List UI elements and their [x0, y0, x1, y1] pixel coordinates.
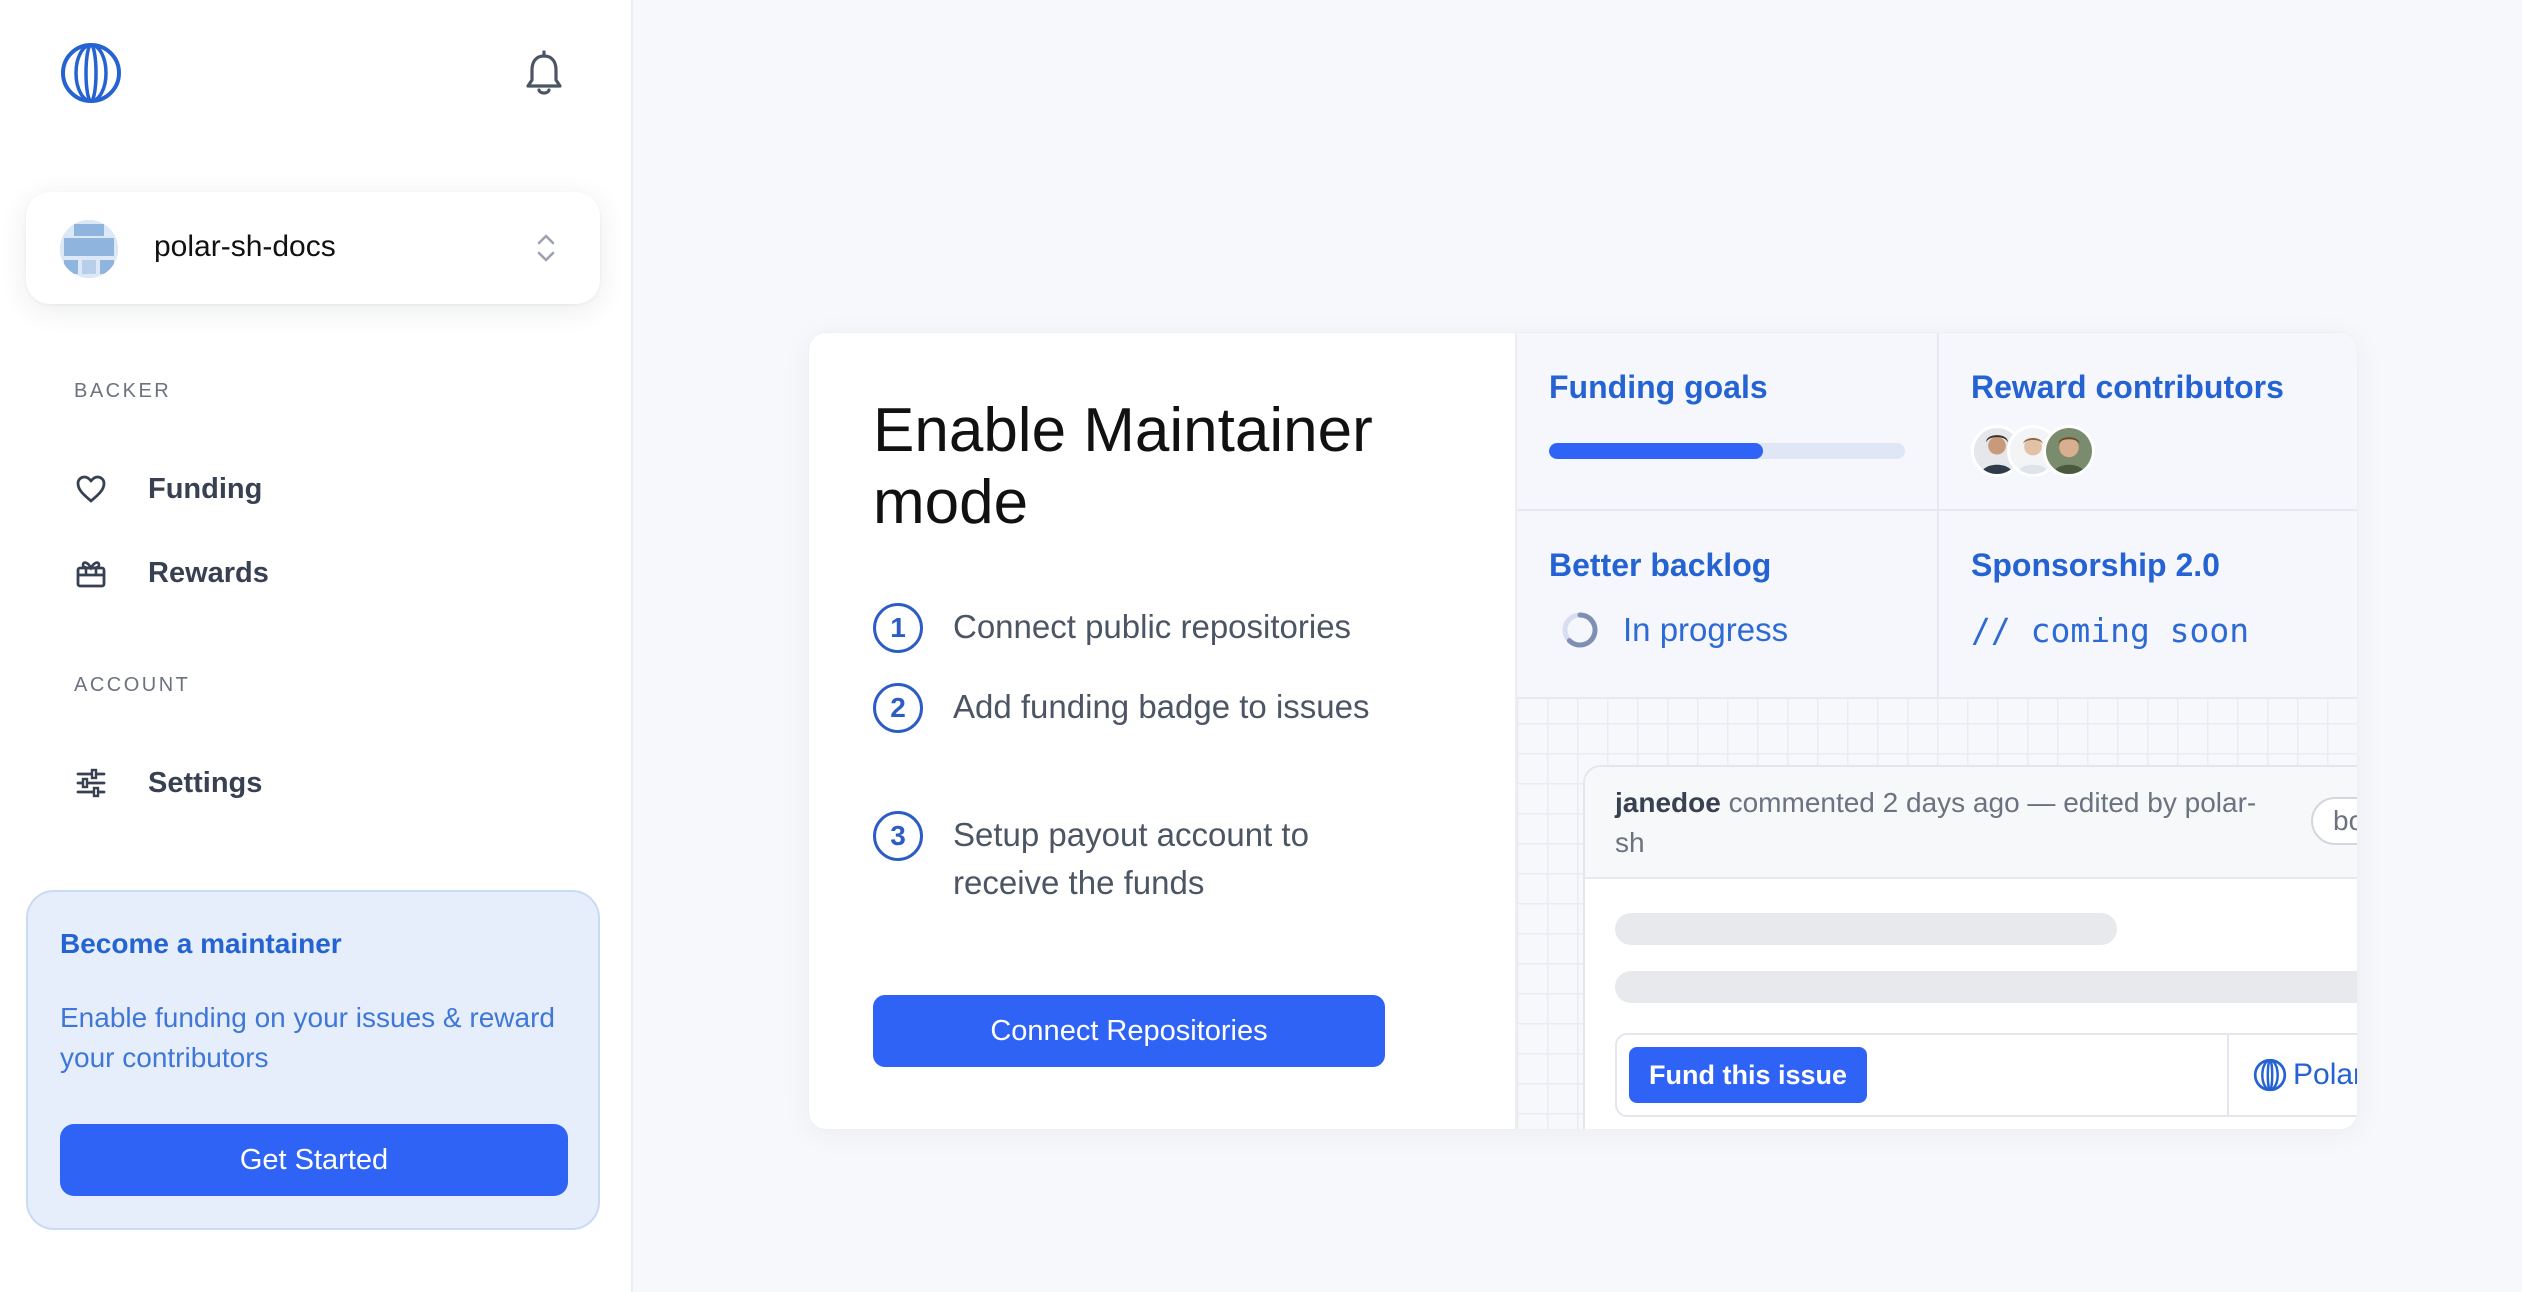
bell-icon[interactable]	[522, 50, 566, 98]
feature-better-backlog: Better backlog In progress	[1517, 511, 1939, 699]
funding-progress-bar	[1549, 443, 1905, 459]
feature-funding-goals: Funding goals	[1517, 333, 1939, 511]
org-name: polar-sh-docs	[154, 230, 336, 263]
sidebar-item-label: Settings	[148, 766, 263, 799]
sidebar-item-label: Rewards	[148, 556, 269, 589]
step-item: 1 Connect public repositories	[873, 603, 1383, 653]
author-badge: bo	[2311, 797, 2357, 845]
issue-comment-preview: janedoe commented 2 days ago — edited by…	[1583, 765, 2358, 1129]
skeleton-line	[1615, 971, 2357, 1003]
sidebar-item-funding[interactable]: Funding	[74, 464, 262, 514]
step-number: 1	[873, 603, 923, 653]
connect-repositories-button[interactable]: Connect Repositories	[873, 995, 1385, 1067]
page-title: Enable Maintainer mode	[873, 396, 1373, 537]
chevron-up-down-icon	[537, 234, 555, 262]
step-text: Setup payout account to receive the fund…	[953, 816, 1309, 901]
promo-title: Become a maintainer	[60, 928, 342, 959]
step-number: 2	[873, 683, 923, 733]
sliders-icon	[76, 768, 106, 798]
spinner-icon	[1562, 612, 1598, 648]
onboarding-pane: Enable Maintainer mode 1 Connect public …	[809, 333, 1515, 1129]
feature-title: Sponsorship 2.0	[1971, 547, 2220, 583]
step-text: Add funding badge to issues	[953, 688, 1370, 725]
feature-sponsorship: Sponsorship 2.0 // coming soon	[1939, 511, 2357, 699]
get-started-button[interactable]: Get Started	[60, 1124, 568, 1196]
polar-brand: Polar	[2227, 1035, 2358, 1115]
avatar	[2043, 425, 2095, 477]
feature-title: Funding goals	[1549, 369, 1768, 405]
org-avatar	[60, 220, 118, 278]
become-maintainer-card: Become a maintainer Enable funding on yo…	[26, 890, 600, 1230]
promo-text: Enable funding on your issues & reward y…	[60, 1002, 555, 1073]
step-number: 3	[873, 811, 923, 861]
comment-header: janedoe commented 2 days ago — edited by…	[1585, 767, 2357, 879]
step-text: Connect public repositories	[953, 608, 1352, 645]
funding-progress-fill	[1549, 443, 1763, 459]
feature-title: Reward contributors	[1971, 369, 2284, 405]
feature-grid: Funding goals Reward contributors Better…	[1517, 333, 2357, 699]
fund-this-issue-button[interactable]: Fund this issue	[1629, 1047, 1868, 1103]
comment-author[interactable]: janedoe	[1615, 787, 1721, 818]
funding-badge: Fund this issue Polar	[1615, 1033, 2358, 1117]
section-label-backer: BACKER	[74, 380, 172, 402]
feature-preview-pane: Funding goals Reward contributors Better…	[1515, 333, 2358, 1129]
sidebar: polar-sh-docs BACKER Funding Rewards ACC…	[0, 0, 633, 1292]
maintainer-mode-card: Enable Maintainer mode 1 Connect public …	[808, 332, 2358, 1130]
status-text: In progress	[1623, 611, 1789, 648]
sidebar-item-label: Funding	[148, 472, 263, 505]
feature-reward-contributors: Reward contributors	[1939, 333, 2357, 511]
status-in-progress: In progress	[1561, 611, 1788, 649]
skeleton-line	[1615, 913, 2117, 945]
comment-meta: janedoe commented 2 days ago — edited by…	[1615, 783, 2275, 863]
coming-soon-text: // coming soon	[1971, 611, 2250, 650]
org-switcher[interactable]: polar-sh-docs	[26, 192, 600, 304]
step-item: 3 Setup payout account to receive the fu…	[873, 811, 1383, 907]
step-item: 2 Add funding badge to issues	[873, 683, 1383, 733]
polar-logo-icon	[2253, 1058, 2287, 1092]
feature-title: Better backlog	[1549, 547, 1772, 583]
sidebar-item-settings[interactable]: Settings	[74, 758, 262, 808]
polar-brand-text: Polar	[2293, 1058, 2358, 1091]
contributor-avatars	[1971, 425, 2095, 477]
sidebar-item-rewards[interactable]: Rewards	[74, 548, 269, 598]
heart-icon	[76, 475, 106, 503]
section-label-account: ACCOUNT	[74, 674, 191, 696]
polar-logo-icon[interactable]	[60, 42, 122, 104]
gift-icon	[76, 561, 106, 588]
